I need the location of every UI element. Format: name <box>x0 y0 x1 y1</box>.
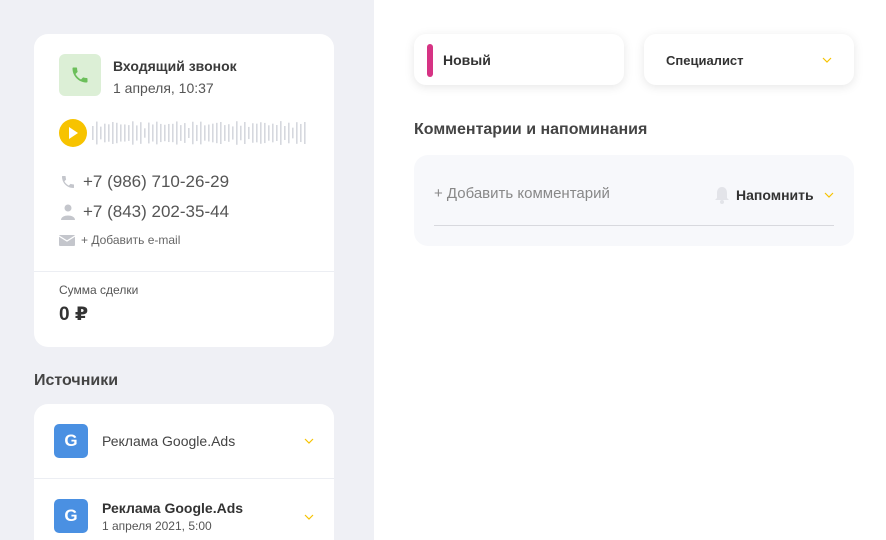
phone-icon <box>59 173 77 191</box>
status-color-indicator <box>427 44 433 77</box>
comment-input[interactable] <box>434 185 714 202</box>
phone-primary-row[interactable]: +7 (986) 710-26-29 <box>59 172 229 192</box>
chevron-down-icon <box>824 192 834 198</box>
phone-secondary-row[interactable]: +7 (843) 202-35-44 <box>59 202 229 222</box>
divider <box>34 271 334 272</box>
comment-underline <box>434 225 834 226</box>
phone-icon <box>59 54 101 96</box>
call-title: Входящий звонок <box>113 58 237 74</box>
play-icon <box>69 127 78 139</box>
remind-label: Напомнить <box>736 187 814 203</box>
call-date: 1 апреля, 10:37 <box>113 80 214 96</box>
comments-title: Комментарии и напоминания <box>414 121 648 138</box>
chevron-down-icon <box>822 57 832 63</box>
bell-icon <box>715 187 729 204</box>
play-button[interactable] <box>59 119 87 147</box>
source-item[interactable]: G Реклама Google.Ads <box>34 404 334 478</box>
deal-sum-value[interactable]: 0 ₽ <box>59 303 88 326</box>
phone-primary: +7 (986) 710-26-29 <box>83 172 230 191</box>
user-icon <box>59 203 77 221</box>
specialist-select[interactable]: Специалист <box>644 34 854 85</box>
chevron-down-icon[interactable] <box>304 514 314 520</box>
source-item[interactable]: G Реклама Google.Ads 1 апреля 2021, 5:00 <box>34 479 334 540</box>
source-label: Реклама Google.Ads <box>102 500 244 516</box>
sources-title: Источники <box>34 372 119 389</box>
source-date: 1 апреля 2021, 5:00 <box>102 519 212 533</box>
audio-waveform[interactable] <box>92 118 310 148</box>
call-card: Входящий звонок 1 апреля, 10:37 +7 (986)… <box>34 34 334 347</box>
google-icon: G <box>54 499 88 533</box>
add-email-button[interactable]: + Добавить e-mail <box>59 233 180 247</box>
comments-card: Напомнить <box>414 155 854 246</box>
status-select[interactable]: Новый <box>414 34 624 85</box>
status-label: Новый <box>443 52 491 68</box>
left-pane: Входящий звонок 1 апреля, 10:37 +7 (986)… <box>0 0 374 540</box>
right-pane: Новый Специалист Комментарии и напоминан… <box>374 0 886 540</box>
specialist-label: Специалист <box>666 53 744 68</box>
mail-icon <box>59 234 77 246</box>
phone-secondary: +7 (843) 202-35-44 <box>83 202 230 221</box>
chevron-down-icon[interactable] <box>304 438 314 444</box>
google-icon: G <box>54 424 88 458</box>
deal-sum-label: Сумма сделки <box>59 283 139 297</box>
add-email-label: + Добавить e-mail <box>81 233 181 247</box>
source-label: Реклама Google.Ads <box>102 433 236 449</box>
remind-button[interactable]: Напомнить <box>714 186 834 204</box>
sources-card: G Реклама Google.Ads G Реклама Google.Ad… <box>34 404 334 540</box>
